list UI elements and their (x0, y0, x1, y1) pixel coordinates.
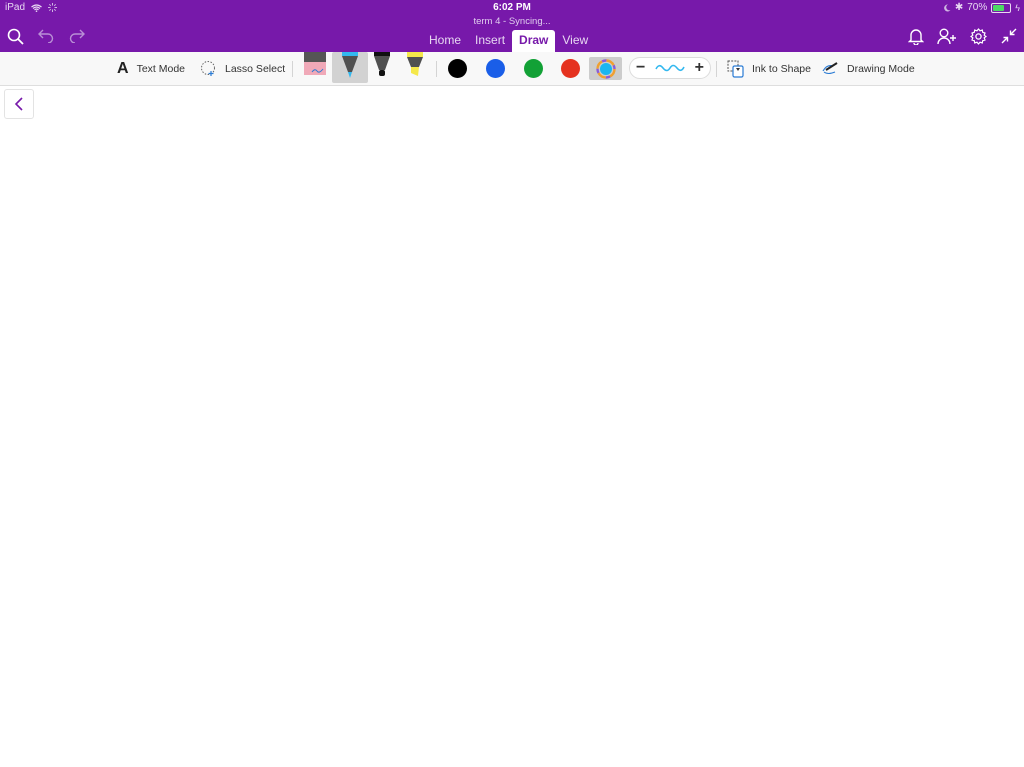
text-mode-icon: A (117, 59, 129, 77)
tab-insert[interactable]: Insert (468, 30, 512, 52)
undo-button[interactable] (36, 26, 56, 46)
title-bar: iPad 6:02 PM term 4 - Syncing... ✱ 70% ϟ… (0, 0, 1024, 52)
drawing-mode-icon (822, 61, 838, 74)
eraser-icon (304, 52, 326, 75)
thickness-control: − + (629, 57, 711, 79)
marker-tool[interactable] (364, 52, 400, 83)
lasso-icon (201, 61, 215, 76)
color-blue[interactable] (486, 59, 505, 78)
increase-thickness-button[interactable]: + (695, 59, 704, 77)
settings-button[interactable] (968, 26, 988, 46)
custom-color-button[interactable] (589, 57, 622, 80)
color-wheel-icon (595, 58, 616, 79)
clock: 6:02 PM (493, 2, 531, 13)
status-bar-right: ✱ 70% ϟ (943, 2, 1020, 13)
note-canvas[interactable] (0, 86, 1024, 767)
drawing-mode-button[interactable]: Drawing Mode (821, 52, 915, 85)
color-red[interactable] (561, 59, 580, 78)
stroke-preview-icon (655, 64, 685, 72)
text-mode-button[interactable]: A Text Mode (117, 52, 185, 85)
highlighter-tool[interactable] (397, 52, 433, 83)
divider (716, 61, 717, 77)
ink-to-shape-icon (727, 60, 744, 78)
notifications-button[interactable] (906, 26, 926, 46)
share-person-icon (937, 28, 956, 44)
moon-icon (943, 3, 951, 11)
collapse-button[interactable] (999, 26, 1019, 46)
tab-view[interactable]: View (555, 30, 595, 52)
bluetooth-icon: ✱ (954, 2, 964, 13)
divider (436, 61, 437, 77)
lasso-select-label: Lasso Select (225, 62, 286, 75)
highlighter-icon (407, 52, 423, 76)
gear-icon (969, 27, 987, 45)
lasso-select-button[interactable]: Lasso Select (200, 52, 285, 85)
drawing-mode-label: Drawing Mode (847, 62, 915, 75)
bell-icon (908, 28, 924, 45)
search-icon (7, 28, 24, 45)
charging-icon: ϟ (1015, 2, 1020, 13)
ink-to-shape-button[interactable]: Ink to Shape (727, 52, 811, 85)
search-button[interactable] (5, 26, 25, 46)
document-title: term 4 - Syncing... (473, 16, 551, 27)
divider (292, 61, 293, 77)
chevron-left-icon (14, 97, 23, 111)
ink-to-shape-label: Ink to Shape (752, 62, 811, 75)
color-black[interactable] (448, 59, 467, 78)
draw-ribbon: A Text Mode Lasso Select − + Ink to Shap… (0, 52, 1024, 86)
undo-icon (38, 29, 54, 43)
ribbon-tabs: Home Insert Draw View (422, 30, 595, 52)
collapse-icon (1001, 28, 1017, 44)
battery-percent: 70% (967, 2, 988, 13)
eraser-tool[interactable] (297, 52, 333, 83)
marker-icon (374, 52, 390, 76)
battery-level (993, 4, 1005, 11)
decrease-thickness-button[interactable]: − (636, 59, 645, 77)
tab-draw[interactable]: Draw (512, 30, 556, 52)
color-green[interactable] (524, 59, 543, 78)
pen-icon (342, 52, 358, 78)
back-button[interactable] (4, 89, 34, 119)
tab-home[interactable]: Home (422, 30, 468, 52)
pen-tool[interactable] (332, 52, 368, 83)
redo-button[interactable] (67, 26, 87, 46)
share-button[interactable] (937, 26, 957, 46)
redo-icon (69, 29, 85, 43)
text-mode-label: Text Mode (136, 62, 186, 75)
battery-icon (991, 2, 1012, 13)
